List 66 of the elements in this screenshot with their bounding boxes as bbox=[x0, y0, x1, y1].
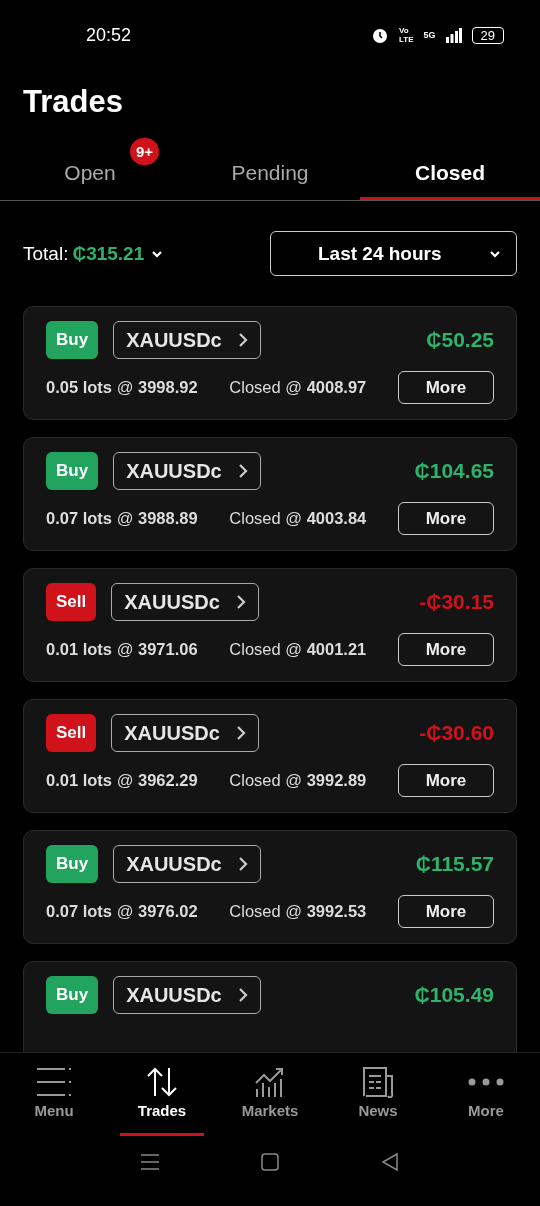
total-value: ₵315.21 bbox=[72, 242, 145, 265]
profit-value: ₵50.25 bbox=[426, 328, 494, 352]
side-tag: Buy bbox=[46, 452, 99, 490]
home-icon[interactable] bbox=[260, 1152, 280, 1172]
symbol-button[interactable]: XAUUSDc bbox=[111, 714, 259, 752]
profit-value: ₵115.57 bbox=[415, 852, 494, 876]
side-tag: Buy bbox=[46, 845, 99, 883]
network-label: 5G bbox=[423, 30, 436, 40]
more-button[interactable]: More bbox=[398, 764, 494, 797]
chevron-right-icon bbox=[235, 725, 246, 741]
more-button[interactable]: More bbox=[398, 371, 494, 404]
closed-info: Closed @ 4003.84 bbox=[229, 509, 367, 528]
profit-value: -₵30.15 bbox=[419, 590, 494, 614]
page-title: Trades bbox=[23, 84, 124, 120]
side-tag: Buy bbox=[46, 321, 99, 359]
chevron-right-icon bbox=[237, 987, 248, 1003]
closed-info: Closed @ 4008.97 bbox=[229, 378, 367, 397]
count-badge: 9+ bbox=[130, 138, 160, 165]
nav-tab[interactable]: More bbox=[432, 1065, 540, 1152]
side-tag: Sell bbox=[46, 583, 97, 621]
volte-label: Vo LTE bbox=[399, 26, 414, 44]
side-tag: Sell bbox=[46, 714, 97, 752]
alarm-icon bbox=[371, 26, 389, 44]
more-icon bbox=[468, 1078, 504, 1086]
more-button[interactable]: More bbox=[398, 502, 494, 535]
tab[interactable]: Open 9+ bbox=[0, 124, 180, 200]
profit-value: ₵105.49 bbox=[414, 983, 494, 1007]
chevron-right-icon bbox=[235, 594, 246, 610]
tab[interactable]: Pending bbox=[180, 124, 360, 200]
more-button[interactable]: More bbox=[398, 633, 494, 666]
arrows-icon bbox=[146, 1066, 178, 1098]
symbol-button[interactable]: XAUUSDc bbox=[113, 321, 261, 359]
lots-info: 0.05 lots @ 3998.92 bbox=[46, 378, 198, 397]
nav-tab[interactable]: News bbox=[324, 1065, 432, 1152]
status-time: 20:52 bbox=[86, 24, 132, 46]
total-label: Total: bbox=[23, 242, 69, 265]
battery-level: 29 bbox=[471, 26, 504, 44]
closed-info: Closed @ 3992.53 bbox=[229, 902, 367, 921]
side-tag: Buy bbox=[46, 976, 99, 1014]
tab[interactable]: Closed bbox=[360, 124, 540, 200]
nav-tab[interactable]: Markets bbox=[216, 1065, 324, 1152]
nav-tab[interactable]: Trades bbox=[108, 1065, 216, 1152]
chevron-right-icon bbox=[237, 463, 248, 479]
chevron-right-icon bbox=[237, 856, 248, 872]
symbol-button[interactable]: XAUUSDc bbox=[113, 976, 261, 1014]
lots-info: 0.07 lots @ 3988.89 bbox=[46, 509, 198, 528]
lots-info: 0.01 lots @ 3962.29 bbox=[46, 771, 198, 790]
back-icon[interactable] bbox=[380, 1152, 400, 1172]
profit-value: ₵104.65 bbox=[414, 459, 494, 483]
menu-icon[interactable] bbox=[140, 1152, 160, 1172]
symbol-button[interactable]: XAUUSDc bbox=[113, 845, 261, 883]
profit-value: -₵30.60 bbox=[419, 721, 494, 745]
chart-icon bbox=[254, 1066, 286, 1098]
symbol-button[interactable]: XAUUSDc bbox=[111, 583, 259, 621]
lots-info: 0.07 lots @ 3976.02 bbox=[46, 902, 198, 921]
chevron-right-icon bbox=[237, 332, 248, 348]
closed-info: Closed @ 3992.89 bbox=[229, 771, 367, 790]
period-dropdown[interactable]: Last 24 hours bbox=[270, 231, 517, 276]
menu-icon bbox=[36, 1066, 72, 1098]
signal-icon bbox=[445, 27, 462, 43]
more-button[interactable]: More bbox=[398, 895, 494, 928]
closed-info: Closed @ 4001.21 bbox=[229, 640, 367, 659]
symbol-button[interactable]: XAUUSDc bbox=[113, 452, 261, 490]
newspaper-icon bbox=[362, 1066, 394, 1098]
lots-info: 0.01 lots @ 3971.06 bbox=[46, 640, 198, 659]
nav-tab[interactable]: Menu bbox=[0, 1065, 108, 1152]
